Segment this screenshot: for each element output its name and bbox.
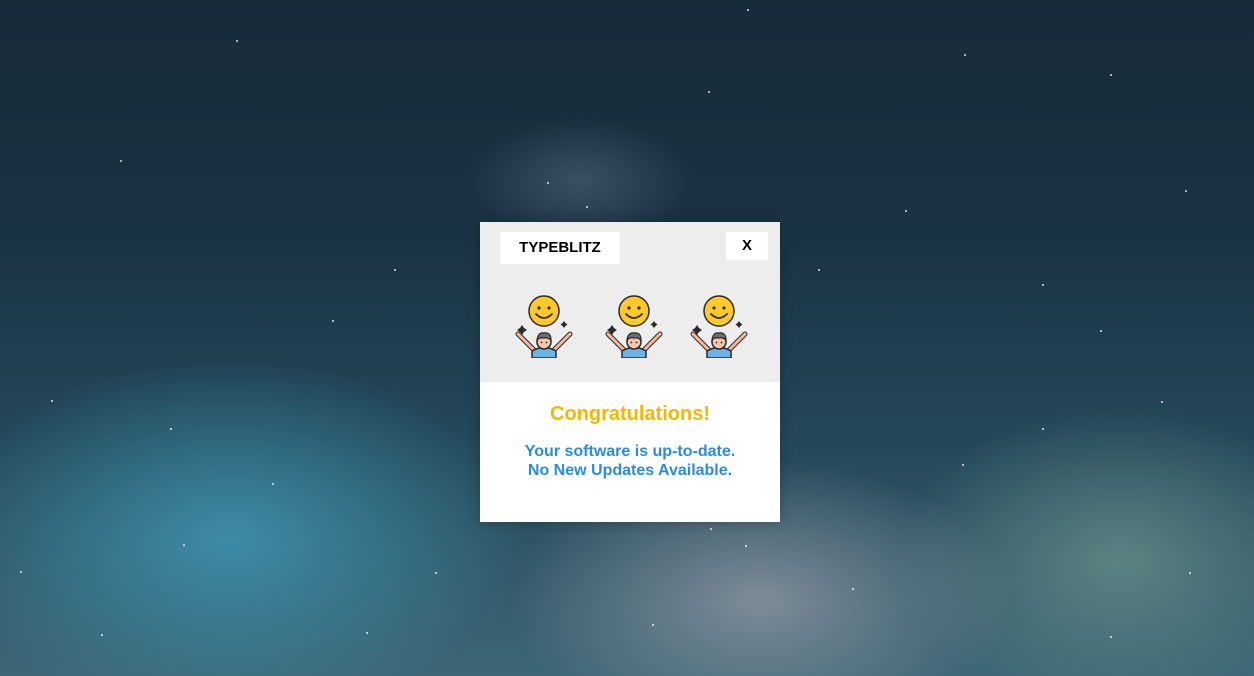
- star: [394, 269, 396, 271]
- celebrating-person-icon: [605, 295, 663, 358]
- star: [1042, 284, 1044, 286]
- star: [332, 320, 334, 322]
- star: [1042, 428, 1044, 430]
- celebrating-person-icon: [690, 295, 748, 358]
- update-dialog: TYPEBLITZ X Congratulations! Your softwa…: [480, 222, 780, 522]
- star: [1110, 636, 1112, 638]
- star: [652, 624, 654, 626]
- star: [170, 428, 172, 430]
- star: [708, 91, 710, 93]
- star: [20, 571, 22, 573]
- star: [710, 528, 712, 530]
- star: [962, 464, 964, 466]
- star: [120, 160, 122, 162]
- close-button[interactable]: X: [726, 232, 768, 260]
- celebrating-person-icon: [515, 295, 573, 358]
- star: [101, 634, 103, 636]
- star: [964, 54, 966, 56]
- star: [905, 210, 907, 212]
- dialog-body: Congratulations! Your software is up-to-…: [480, 402, 780, 480]
- star: [852, 588, 854, 590]
- star: [1161, 401, 1163, 403]
- congratulations-heading: Congratulations!: [550, 403, 710, 425]
- star: [272, 483, 274, 485]
- message-line-2: No New Updates Available.: [527, 462, 733, 479]
- star: [586, 206, 588, 208]
- star: [183, 544, 185, 546]
- star: [745, 545, 747, 547]
- star: [236, 40, 238, 42]
- app-title: TYPEBLITZ: [500, 232, 620, 264]
- star: [435, 572, 437, 574]
- star: [747, 9, 749, 11]
- update-status-message: Your software is up-to-date. No New Upda…: [480, 442, 780, 480]
- star: [51, 400, 53, 402]
- star: [818, 269, 820, 271]
- star: [1100, 330, 1102, 332]
- star: [547, 182, 549, 184]
- star: [1185, 190, 1187, 192]
- star: [366, 632, 368, 634]
- dialog-header: TYPEBLITZ X: [480, 222, 780, 382]
- message-line-1: Your software is up-to-date.: [524, 443, 736, 460]
- star: [1189, 572, 1191, 574]
- star: [1110, 74, 1112, 76]
